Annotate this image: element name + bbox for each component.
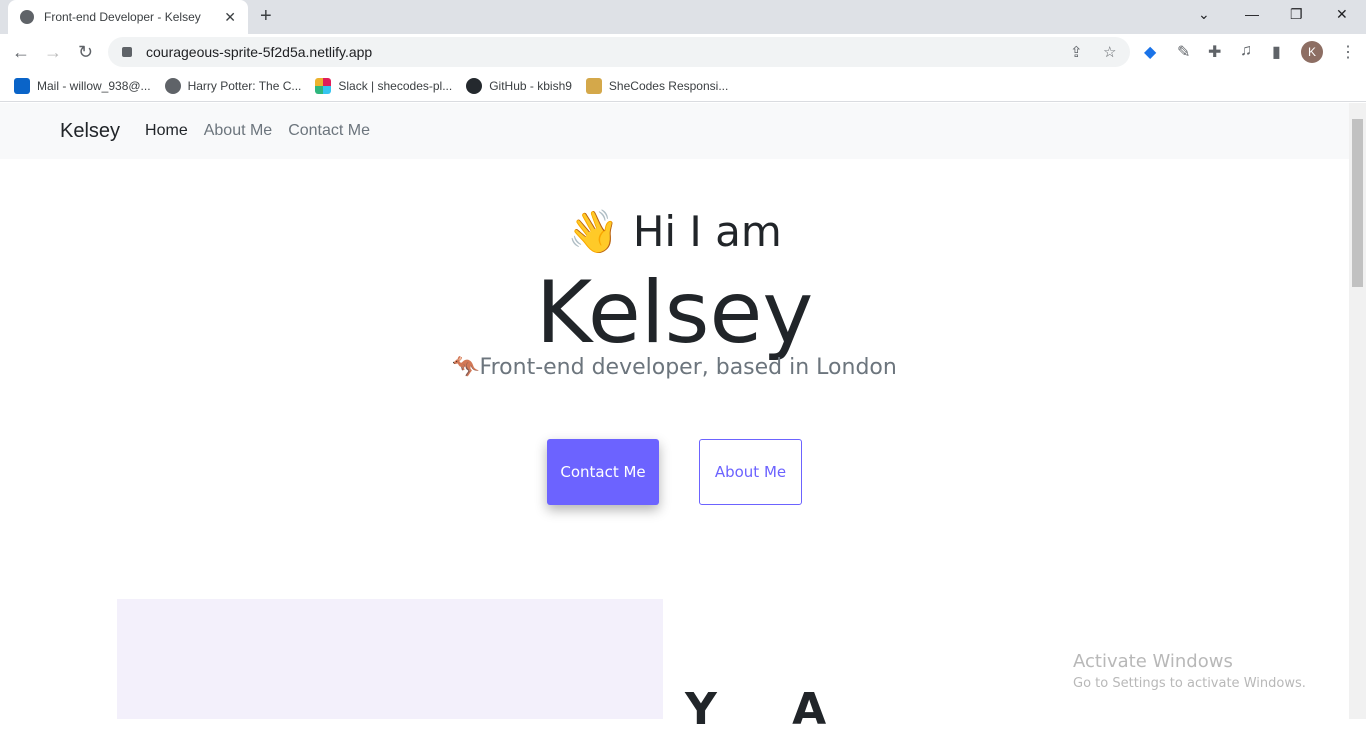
browser-tab[interactable]: Front-end Developer - Kelsey ✕: [8, 0, 248, 34]
tab-search-icon[interactable]: ⌄: [1198, 6, 1210, 23]
tab-title: Front-end Developer - Kelsey: [44, 10, 201, 24]
tab-strip: Front-end Developer - Kelsey ✕ + ⌄ — ❐ ✕: [0, 0, 1366, 34]
greeting: 👋 Hi I am: [567, 207, 782, 256]
reload-icon[interactable]: ↻: [78, 42, 93, 63]
nav-contact[interactable]: Contact Me: [288, 122, 370, 140]
media-icon[interactable]: ♫: [1240, 42, 1252, 60]
bookmark-harry-potter[interactable]: Harry Potter: The C...: [164, 77, 302, 94]
web-page: Kelsey Home About Me Contact Me 👋 Hi I a…: [0, 103, 1349, 735]
windows-watermark: Activate Windows Go to Settings to activ…: [1073, 651, 1306, 691]
about-me-button[interactable]: About Me: [699, 439, 802, 505]
close-window-button[interactable]: ✕: [1336, 6, 1348, 23]
github-icon: [466, 77, 483, 94]
back-icon[interactable]: ←: [12, 42, 30, 63]
bookmark-shecodes[interactable]: SheCodes Responsi...: [585, 77, 729, 94]
side-panel-icon[interactable]: ▮: [1272, 42, 1281, 62]
site-navbar: Kelsey Home About Me Contact Me: [0, 103, 1349, 159]
restore-button[interactable]: ❐: [1290, 6, 1303, 23]
globe-icon: [164, 77, 181, 94]
avatar[interactable]: K: [1301, 41, 1323, 63]
menu-icon[interactable]: ⋮: [1340, 42, 1356, 62]
outlook-icon: [14, 77, 30, 94]
globe-icon: [20, 10, 34, 24]
minimize-button[interactable]: —: [1245, 6, 1259, 22]
bookmark-label: Slack | shecodes-pl...: [338, 78, 453, 93]
hero-section: 👋 Hi I am Kelsey 🦘Front-end developer, b…: [0, 207, 1349, 505]
navbar-brand[interactable]: Kelsey: [60, 120, 120, 143]
bookmark-label: SheCodes Responsi...: [608, 78, 729, 93]
nav-about[interactable]: About Me: [204, 122, 272, 140]
hero-name: Kelsey: [535, 263, 814, 363]
lock-icon: [122, 47, 132, 57]
star-icon[interactable]: ☆: [1103, 43, 1116, 61]
new-tab-button[interactable]: +: [260, 5, 272, 28]
watermark-subtitle: Go to Settings to activate Windows.: [1073, 676, 1306, 691]
url-text: courageous-sprite-5f2d5a.netlify.app: [146, 44, 373, 60]
bookmark-mail[interactable]: Mail - willow_938@...: [14, 77, 151, 94]
slack-icon: [315, 77, 332, 94]
puzzle-icon[interactable]: ✚: [1208, 42, 1221, 62]
browser-toolbar: ← → ↻ courageous-sprite-5f2d5a.netlify.a…: [0, 34, 1366, 70]
eyedropper-icon[interactable]: ✎: [1177, 42, 1190, 62]
close-tab-icon[interactable]: ✕: [224, 9, 236, 26]
address-bar[interactable]: courageous-sprite-5f2d5a.netlify.app ⇪ ☆: [108, 37, 1130, 67]
bookmark-label: Harry Potter: The C...: [187, 78, 302, 93]
watermark-title: Activate Windows: [1073, 651, 1233, 672]
scrollbar[interactable]: [1349, 103, 1366, 719]
contact-me-button[interactable]: Contact Me: [547, 439, 659, 505]
section-heading: Y A: [685, 684, 827, 735]
bookmark-slack[interactable]: Slack | shecodes-pl...: [315, 77, 453, 94]
extension-icon[interactable]: ◆: [1144, 42, 1156, 62]
bookmark-label: GitHub - kbish9: [489, 78, 572, 93]
image-placeholder: [117, 599, 663, 719]
forward-icon[interactable]: →: [44, 42, 62, 63]
share-icon[interactable]: ⇪: [1070, 43, 1083, 61]
bookmark-github[interactable]: GitHub - kbish9: [466, 77, 572, 94]
bookmarks-bar: Mail - willow_938@... Harry Potter: The …: [0, 70, 1366, 102]
hero-subtitle: 🦘Front-end developer, based in London: [452, 355, 897, 380]
nav-home[interactable]: Home: [145, 122, 188, 140]
shecodes-icon: [585, 77, 602, 94]
scrollbar-thumb[interactable]: [1352, 119, 1363, 287]
bookmark-label: Mail - willow_938@...: [37, 78, 151, 93]
